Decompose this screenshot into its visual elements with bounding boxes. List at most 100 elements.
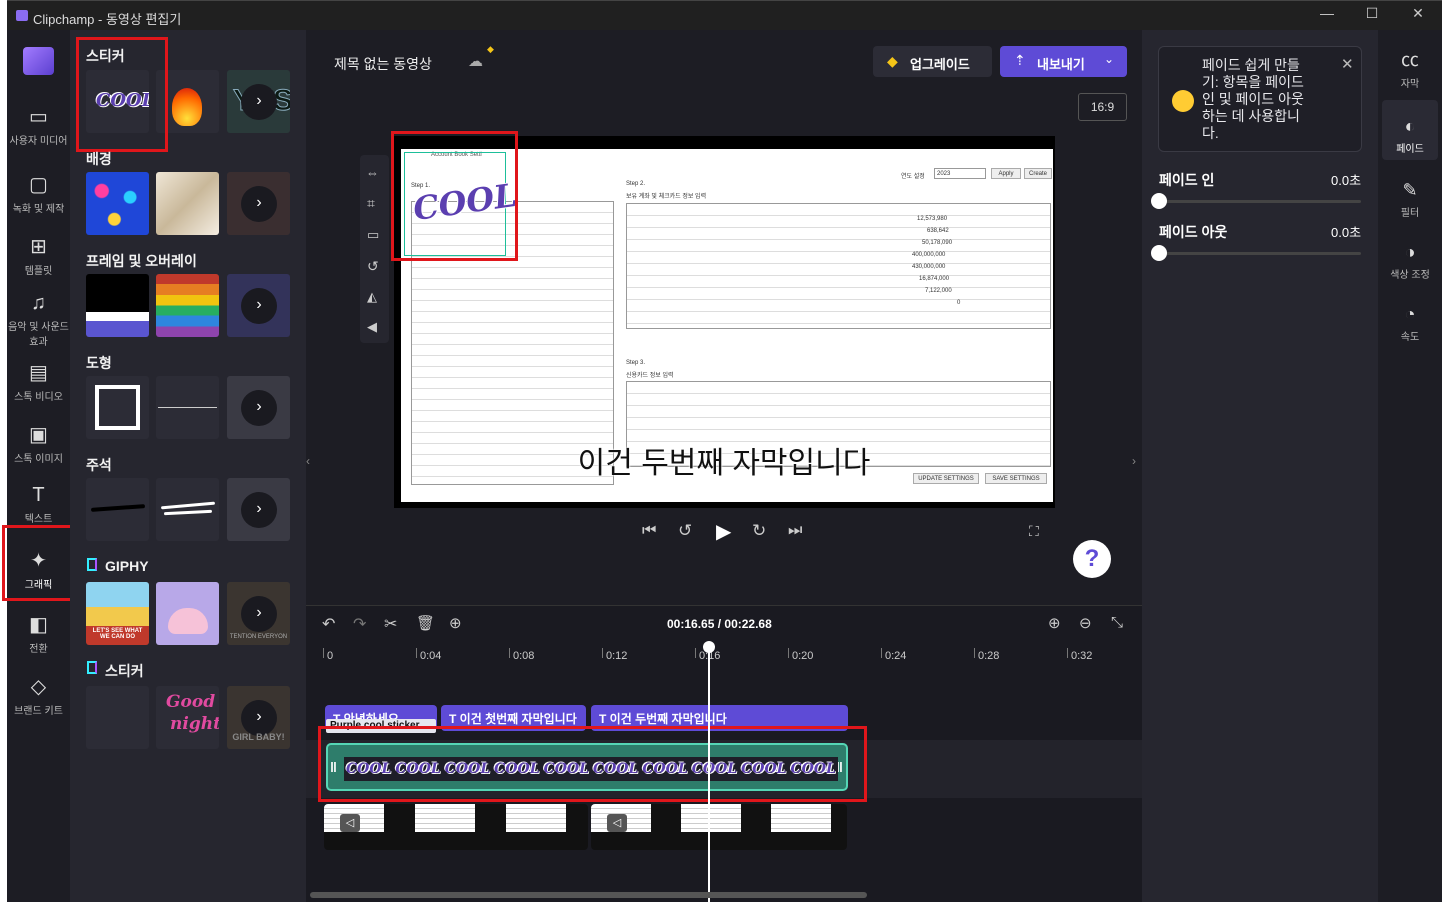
collapse-left-icon[interactable]: ‹	[306, 454, 310, 468]
timeline-ruler[interactable]: 0 0:04 0:08 0:12 0:16 0:20 0:24 0:28 0:3…	[306, 644, 1142, 674]
pip-icon[interactable]: ▭	[367, 227, 379, 243]
stickers2-more-button[interactable]: ›	[241, 700, 277, 736]
preview-toolbar: ⇔ ⌗ ▭ ↺ ◭ ◀	[360, 155, 389, 343]
play-icon[interactable]: ▶	[716, 519, 731, 544]
shape-more[interactable]: ›	[227, 376, 290, 439]
video-preview[interactable]: Account Book Setti Step 1. 연도 설정 2023 Ap…	[391, 131, 1055, 508]
redo-icon[interactable]: ↷	[353, 614, 366, 634]
upgrade-button[interactable]: ◆ 업그레이드	[873, 46, 992, 77]
rnav-fade[interactable]: ◐ 페이드	[1378, 116, 1442, 155]
annotations-more-button[interactable]: ›	[241, 492, 277, 528]
help-button[interactable]: ?	[1073, 540, 1111, 578]
backgrounds-more-button[interactable]: ›	[241, 186, 277, 222]
nav-brand-kit[interactable]: ◇ 브랜드 키트	[7, 674, 70, 717]
close-tip-icon[interactable]: ✕	[1341, 55, 1354, 73]
nav-user-media[interactable]: ▭ 사용자 미디어	[7, 104, 70, 147]
highlight-sticker-overlay	[391, 131, 518, 261]
frame-rainbow[interactable]	[156, 274, 219, 337]
tick-label: 0	[327, 650, 334, 662]
nav-transitions[interactable]: ◧ 전환	[7, 612, 70, 655]
sticker2-blank[interactable]	[86, 686, 149, 749]
fade-out-slider-thumb[interactable]	[1151, 245, 1167, 261]
fit-icon[interactable]: ⇔	[366, 165, 379, 180]
zoom-out-icon[interactable]: ⊖	[1079, 614, 1092, 632]
tick-line	[1067, 648, 1068, 658]
audio-icon[interactable]: ◁	[340, 814, 360, 832]
background-more[interactable]: ›	[227, 172, 290, 235]
fade-out-label: 페이드 아웃	[1159, 224, 1228, 240]
forward-5-icon[interactable]: ↻	[752, 521, 766, 541]
minimize-button[interactable]: —	[1312, 5, 1342, 21]
tick-label: 0:04	[420, 650, 442, 662]
export-button[interactable]: ⇡ 내보내기 ⌄	[1000, 46, 1127, 77]
playhead[interactable]	[708, 644, 710, 903]
nav-stock-image[interactable]: ▣ 스톡 이미지	[7, 422, 70, 465]
crop-icon[interactable]: ⌗	[367, 195, 375, 212]
frames-more-button[interactable]: ›	[241, 288, 277, 324]
nav-stock-video[interactable]: ▤ 스톡 비디오	[7, 360, 70, 403]
maximize-button[interactable]: ☐	[1357, 5, 1387, 22]
tick-label: 0:20	[792, 650, 814, 662]
camera-icon: ▢	[29, 174, 48, 196]
collapse-right-icon[interactable]: ›	[1132, 454, 1136, 468]
fade-in-slider-thumb[interactable]	[1151, 193, 1167, 209]
video-clip-1[interactable]: ◁	[324, 804, 588, 850]
delete-icon[interactable]: 🗑	[416, 614, 435, 632]
tick-line	[881, 648, 882, 658]
sticker-caption: GIRL BABY!	[232, 732, 285, 742]
audio-icon[interactable]: ◁	[607, 814, 627, 832]
add-media-icon[interactable]: ⊕	[449, 614, 462, 632]
stickers-more-button[interactable]: ›	[241, 84, 277, 120]
highlight-graphics	[2, 525, 79, 601]
rnav-label: 색상 조정	[1390, 270, 1430, 281]
background-eggs[interactable]	[86, 172, 149, 235]
sticker2-more[interactable]: › GIRL BABY!	[227, 686, 290, 749]
frame-black[interactable]	[86, 274, 149, 337]
sticker-yes[interactable]: YES ›	[227, 70, 290, 133]
giphy-southpark[interactable]: LET'S SEE WHAT WE CAN DO	[86, 582, 149, 645]
fit-timeline-icon[interactable]: ⤡	[1111, 614, 1123, 631]
shape-square[interactable]	[86, 376, 149, 439]
sticker2-goodnight[interactable]: Good night	[156, 686, 219, 749]
video-clip-2[interactable]: ◁	[591, 804, 847, 850]
nav-templates[interactable]: ⊞ 템플릿	[7, 234, 70, 277]
playhead-handle[interactable]	[703, 641, 715, 653]
flip-icon[interactable]: ◭	[367, 289, 377, 305]
align-icon[interactable]: ◀	[367, 319, 377, 335]
nav-record-create[interactable]: ▢ 녹화 및 제작	[7, 172, 70, 215]
giphy-more-button[interactable]: ›	[241, 596, 277, 632]
giphy-more[interactable]: › TENTION EVERYON	[227, 582, 290, 645]
aspect-ratio-button[interactable]: 16:9	[1078, 93, 1127, 121]
zoom-in-icon[interactable]: ⊕	[1048, 614, 1061, 632]
fullscreen-icon[interactable]: ⛶	[1029, 523, 1039, 540]
emoji-icon	[1172, 90, 1194, 112]
rewind-5-icon[interactable]: ↺	[678, 521, 692, 541]
rnav-captions[interactable]: ㏄ 자막	[1378, 46, 1442, 90]
skip-start-icon[interactable]: ⏮	[642, 522, 656, 540]
skip-end-icon[interactable]: ⏭	[788, 522, 802, 540]
rnav-color[interactable]: ◑ 색상 조정	[1378, 242, 1442, 281]
rotate-icon[interactable]: ↺	[367, 258, 379, 275]
gem-icon: ◆	[887, 53, 898, 69]
rnav-speed[interactable]: ◔ 속도	[1378, 304, 1442, 343]
close-window-button[interactable]: ✕	[1403, 5, 1433, 22]
rnav-filter[interactable]: ✎ 필터	[1378, 180, 1442, 219]
timeline-scrollbar[interactable]	[310, 892, 867, 898]
shape-line[interactable]	[156, 376, 219, 439]
frame-more[interactable]: ›	[227, 274, 290, 337]
shapes-more-button[interactable]: ›	[241, 390, 277, 426]
annotation-stroke-1[interactable]	[86, 478, 149, 541]
giphy-sleep[interactable]	[156, 582, 219, 645]
subtitle-overlay[interactable]: 이건 두번째 자막입니다	[554, 438, 894, 482]
fade-out-slider-track[interactable]	[1159, 252, 1361, 255]
fade-in-slider-track[interactable]	[1159, 200, 1361, 203]
annotation-stroke-2[interactable]	[156, 478, 219, 541]
doc-step2: Step 2.	[626, 181, 646, 187]
nav-text[interactable]: T 텍스트	[7, 484, 70, 525]
annotation-more[interactable]: ›	[227, 478, 290, 541]
split-icon[interactable]: ✂	[384, 614, 397, 634]
project-title[interactable]: 제목 없는 동영상	[334, 54, 432, 74]
undo-icon[interactable]: ↶	[322, 614, 335, 634]
background-leaf[interactable]	[156, 172, 219, 235]
nav-music[interactable]: ♫ 음악 및 사운드 효과	[7, 292, 70, 348]
